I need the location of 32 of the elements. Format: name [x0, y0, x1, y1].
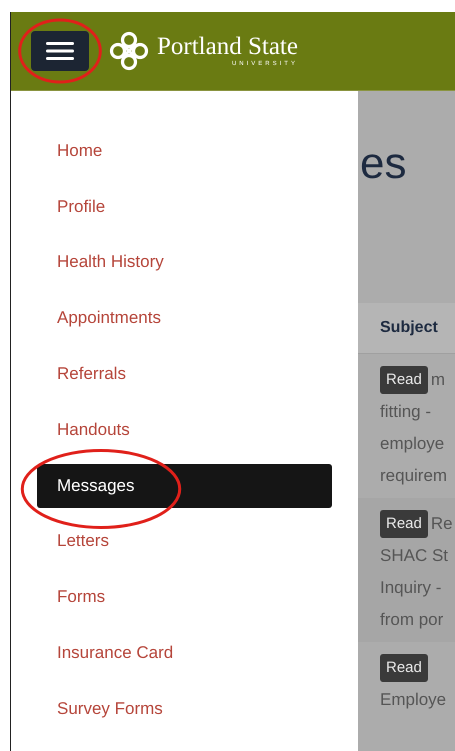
- logo-icon: [109, 31, 149, 71]
- table-row[interactable]: Read Employe: [358, 642, 455, 722]
- nav-item[interactable]: Forms: [37, 575, 332, 620]
- nav-item[interactable]: Handouts: [37, 408, 332, 452]
- subject-text: Employe: [380, 689, 448, 711]
- nav-item[interactable]: Appointments: [37, 296, 332, 340]
- subject-text: SHAC St: [380, 545, 450, 567]
- read-badge: Read: [380, 654, 428, 682]
- nav-item[interactable]: Profile: [37, 184, 332, 229]
- nav-item[interactable]: Referrals: [37, 352, 332, 396]
- nav-item[interactable]: Letters: [37, 519, 332, 564]
- subject-text: fitting -: [380, 401, 432, 423]
- subject-text: employe: [380, 433, 446, 455]
- table-row[interactable]: Read m fitting - employe requirem: [358, 354, 455, 498]
- page-title: es: [360, 138, 408, 190]
- brand-name: Portland State: [157, 34, 298, 60]
- nav-item[interactable]: Home: [37, 128, 332, 173]
- menu-button[interactable]: [31, 31, 89, 71]
- subject-text: from por: [380, 609, 444, 631]
- subject-text: Re: [430, 513, 453, 535]
- nav-item[interactable]: Insurance Card: [37, 631, 332, 676]
- column-header: Subject: [380, 319, 438, 337]
- menu-icon: [46, 41, 74, 61]
- subject-text: requirem: [380, 465, 448, 487]
- subject-text: m: [430, 369, 446, 391]
- table-row[interactable]: Read Re SHAC St Inquiry - from por: [358, 498, 455, 642]
- nav-item[interactable]: Messages: [37, 464, 332, 508]
- subject-text: Inquiry -: [380, 577, 442, 599]
- nav-item[interactable]: Survey Forms: [37, 686, 332, 731]
- read-badge: Read: [380, 366, 428, 394]
- nav-item[interactable]: Health History: [37, 240, 332, 284]
- read-badge: Read: [380, 510, 428, 538]
